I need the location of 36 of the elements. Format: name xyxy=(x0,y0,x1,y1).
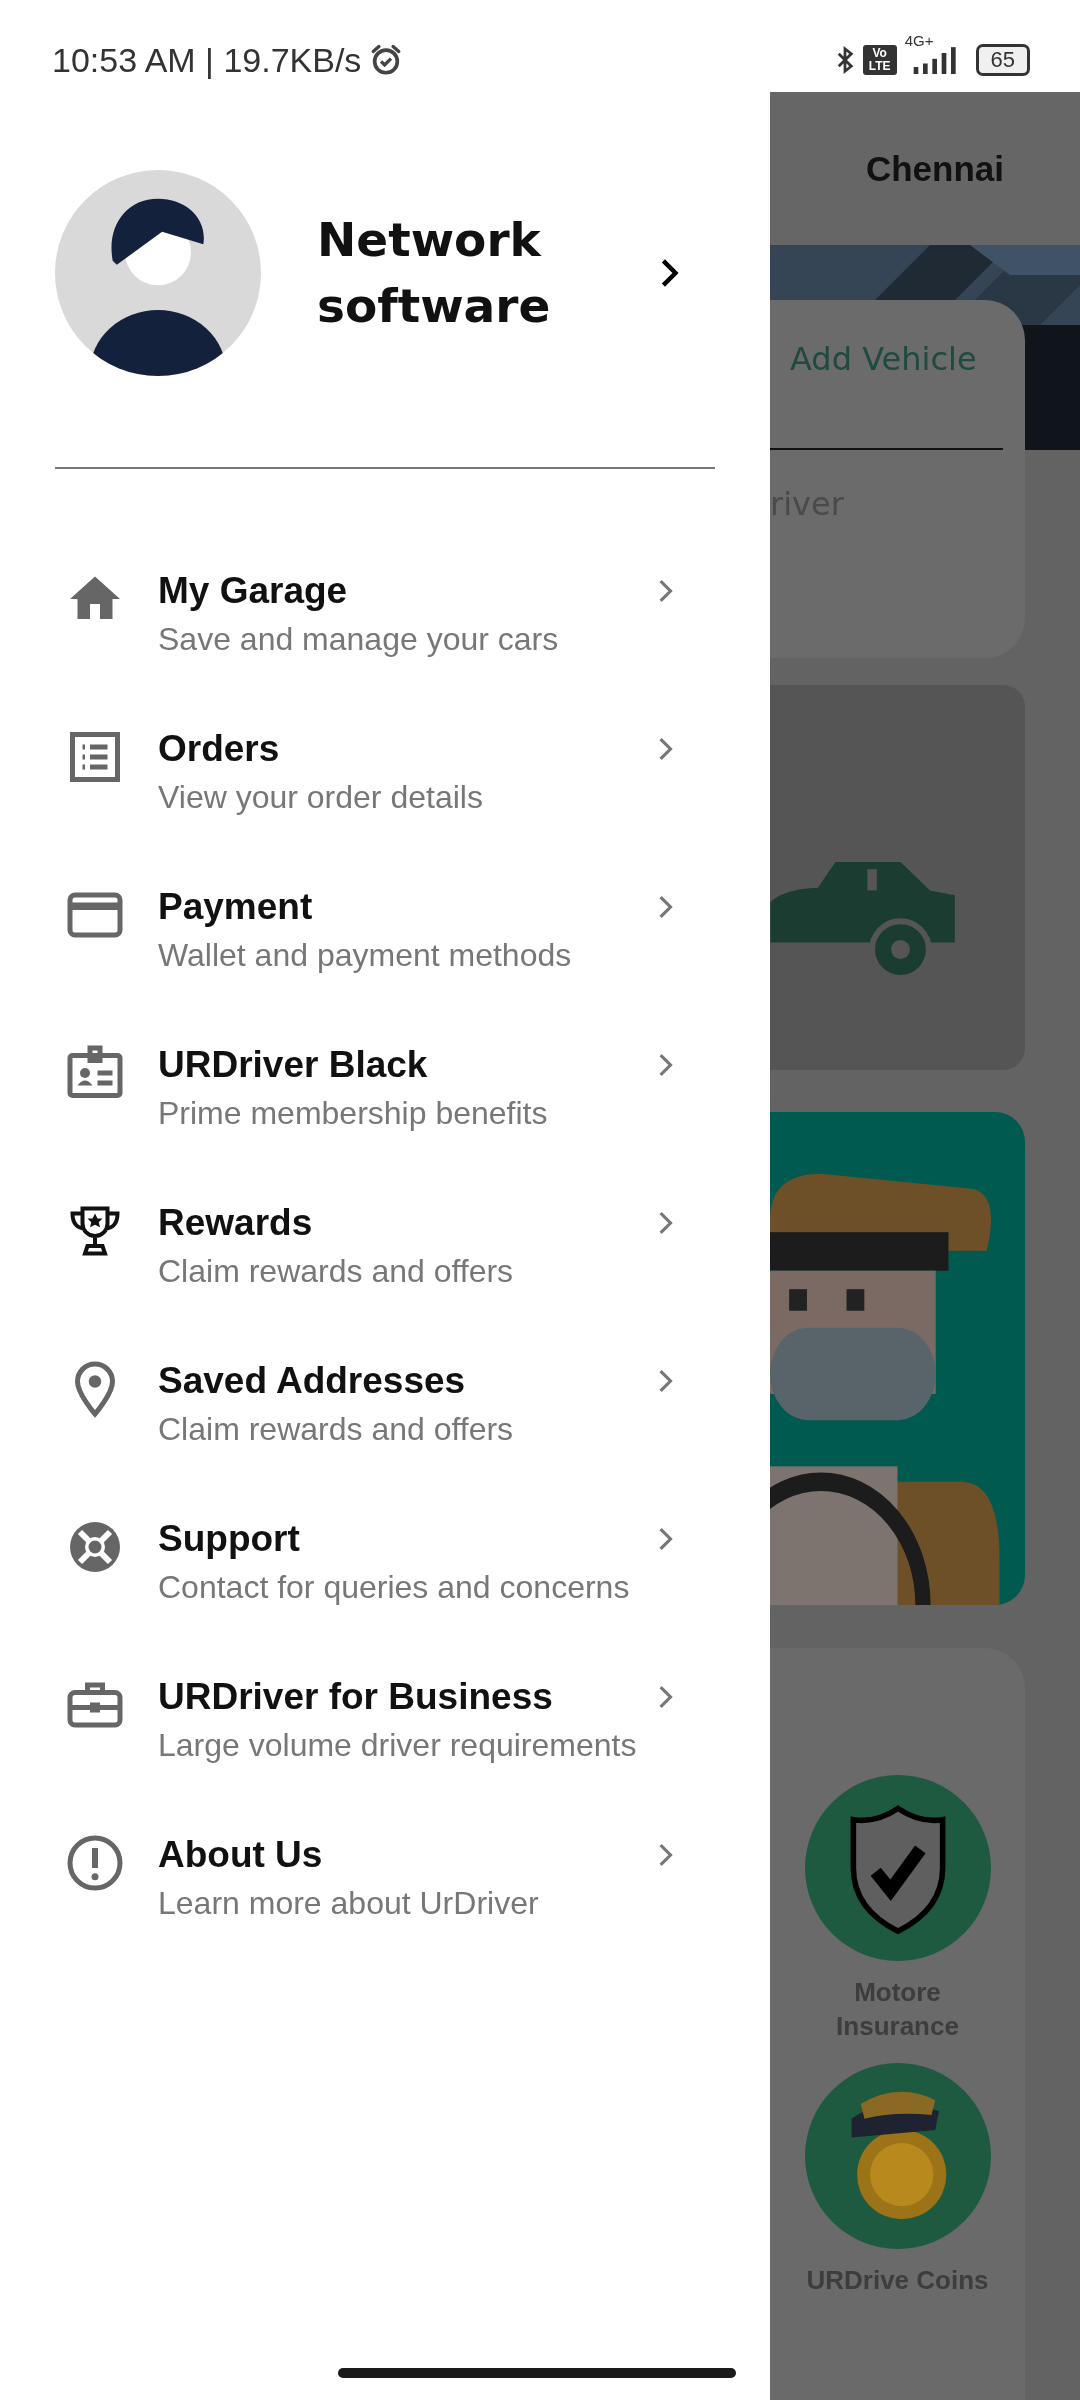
menu-item-subtitle: Learn more about UrDriver xyxy=(158,1884,540,1923)
info-icon xyxy=(65,1833,125,1893)
menu-item[interactable]: Support Contact for queries and concerns xyxy=(0,1515,770,1673)
shield-check-icon[interactable] xyxy=(804,1775,991,1961)
profile-name[interactable]: Network software xyxy=(317,207,647,339)
menu-item-subtitle: Save and manage your cars xyxy=(158,620,560,659)
menu-item[interactable]: Saved Addresses Claim rewards and offers xyxy=(0,1357,770,1515)
menu-item-title: Rewards xyxy=(158,1201,313,1245)
menu-item[interactable]: About Us Learn more about UrDriver xyxy=(0,1831,770,1989)
network-type: 4G+ xyxy=(904,32,934,49)
menu-item-subtitle: Prime membership benefits xyxy=(158,1094,549,1133)
menu-item[interactable]: Rewards Claim rewards and offers xyxy=(0,1199,770,1357)
menu-item-title: Saved Addresses xyxy=(158,1359,466,1403)
menu-item-title: My Garage xyxy=(158,569,348,613)
menu-item[interactable]: Payment Wallet and payment methods xyxy=(0,883,770,1041)
status-time: 10:53 AM | 19.7KB/s xyxy=(52,40,362,80)
menu-item[interactable]: Orders View your order details xyxy=(0,725,770,883)
menu-item[interactable]: URDriver for Business Large volume driver requirements xyxy=(0,1673,770,1831)
menu-item-title: Payment xyxy=(158,885,313,929)
menu-item[interactable]: My Garage Save and manage your cars xyxy=(0,567,770,725)
menu-item-title: About Us xyxy=(158,1833,323,1877)
menu-item-subtitle: Wallet and payment methods xyxy=(158,936,573,975)
menu-item-subtitle: Claim rewards and offers xyxy=(158,1410,515,1449)
volte-badge: Vo LTE xyxy=(862,45,897,75)
menu-item-subtitle: Large volume driver requirements xyxy=(158,1726,638,1765)
menu-item-subtitle: View your order details xyxy=(158,778,484,817)
menu-item-title: Support xyxy=(158,1517,300,1561)
menu-item-title: URDriver Black xyxy=(158,1043,428,1087)
menu-item[interactable]: URDriver Black Prime membership benefits xyxy=(0,1041,770,1199)
menu-item-subtitle: Claim rewards and offers xyxy=(158,1252,515,1291)
avatar-icon xyxy=(55,170,261,376)
menu-item-title: Orders xyxy=(158,727,280,771)
coin-icon[interactable] xyxy=(804,2063,991,2249)
menu-item-title: URDriver for Business xyxy=(158,1675,553,1719)
battery-indicator: 65 xyxy=(975,44,1030,76)
menu-item-subtitle: Contact for queries and concerns xyxy=(158,1568,631,1607)
